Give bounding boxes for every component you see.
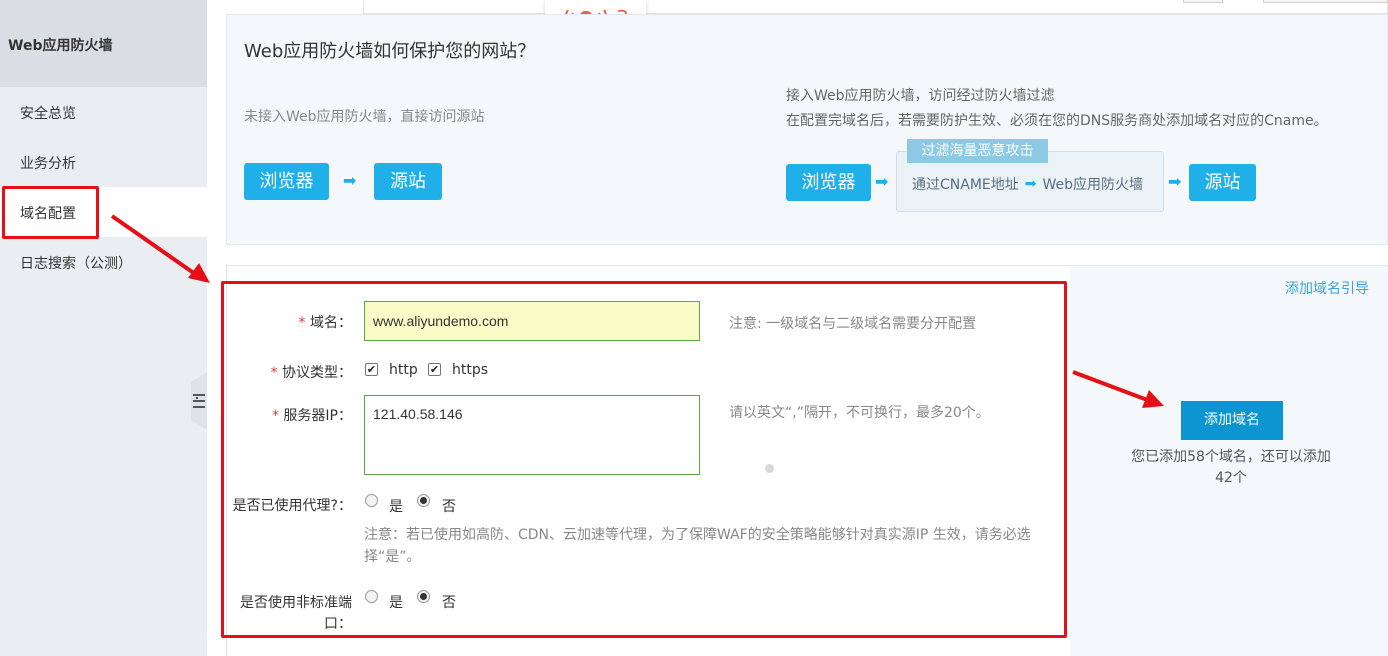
info-title: Web应用防火墙如何保护您的网站？ — [244, 41, 536, 62]
waf-access-note: 在配置完域名后，若需要防护生效、必须在您的DNS服务商处添加域名对应的Cname… — [786, 113, 1328, 129]
arrow-right-icon: ➡ — [343, 171, 357, 190]
arrow-right-icon: ➡ — [1024, 176, 1037, 192]
annotation-box-sidebar — [2, 186, 99, 239]
direct-access-caption: 未接入Web应用防火墙，直接访问源站 — [244, 109, 485, 125]
waf-name-text: Web应用防火墙 — [1042, 177, 1144, 193]
toolbar-button[interactable] — [1263, 0, 1388, 3]
flow-browser-left: 浏览器 — [244, 163, 329, 200]
arrow-right-icon: ➡ — [1168, 172, 1182, 191]
waf-flow-text: 通过CNAME地址 ➡ Web应用防火墙 — [912, 174, 1143, 194]
list-icon — [193, 393, 205, 409]
top-toolbar-strip — [363, 0, 1388, 14]
add-domain-guide-link[interactable]: 添加域名引导 — [1285, 278, 1369, 298]
sidebar-item-analysis[interactable]: 业务分析 — [0, 137, 207, 187]
flow-origin-right: 源站 — [1189, 164, 1256, 201]
sidebar-collapse-handle[interactable] — [191, 372, 207, 430]
add-domain-button[interactable]: 添加域名 — [1181, 401, 1283, 440]
flow-browser-right: 浏览器 — [786, 164, 871, 201]
sidebar-item-overview[interactable]: 安全总览 — [0, 87, 207, 137]
annotation-box-form — [221, 281, 1067, 638]
filter-attack-tag: 过滤海量恶意攻击 — [907, 139, 1048, 163]
sidebar-title: Web应用防火墙 — [0, 0, 207, 87]
sidebar-item-log-search[interactable]: 日志搜索（公测） — [0, 237, 207, 287]
domain-quota-info: 您已添加58个域名，还可以添加42个 — [1131, 449, 1331, 486]
via-cname-text: 通过CNAME地址 — [912, 177, 1019, 193]
arrow-right-icon: ➡ — [875, 172, 889, 191]
flow-origin-left: 源站 — [374, 163, 442, 200]
waf-access-caption: 接入Web应用防火墙，访问经过防火墙过滤 — [786, 88, 1055, 104]
toolbar-button[interactable] — [1183, 0, 1223, 3]
